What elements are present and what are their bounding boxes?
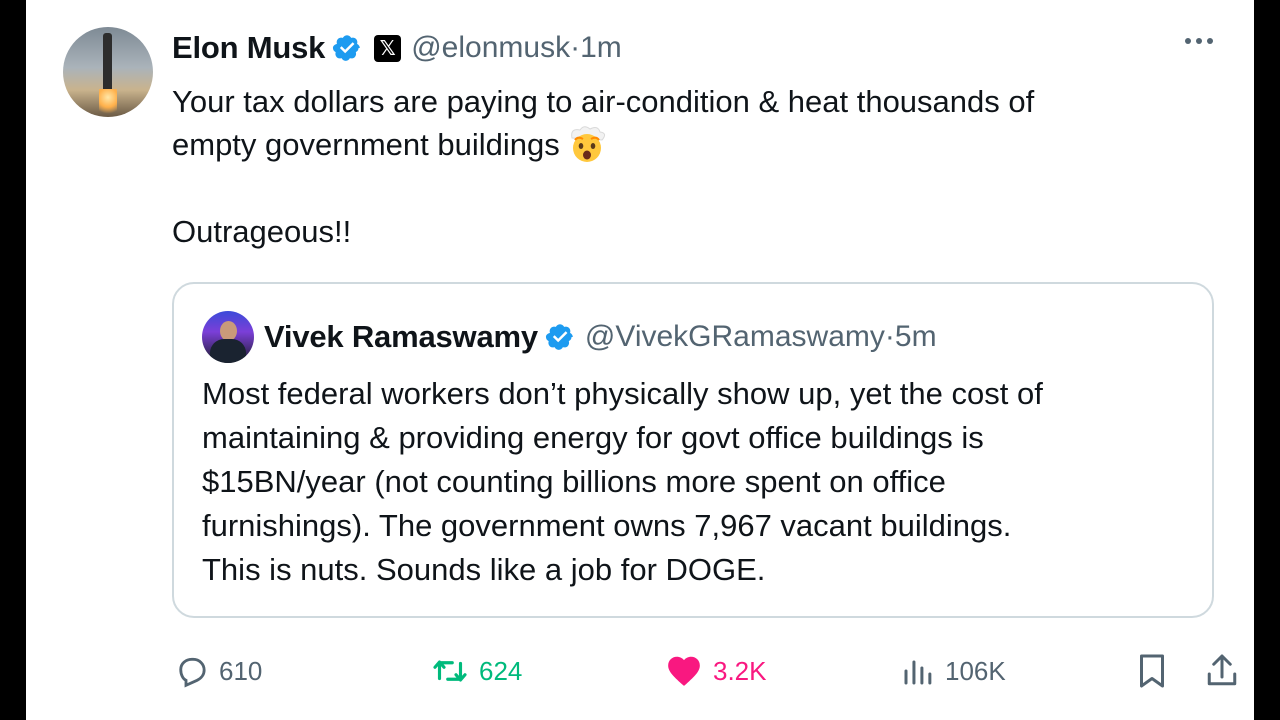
heart-icon — [668, 656, 700, 686]
share-icon — [1207, 654, 1237, 686]
bookmark-icon — [1140, 654, 1164, 688]
tweet-text-line: empty government buildings — [172, 127, 560, 162]
quoted-tweet-text: Most federal workers don’t physically sh… — [202, 372, 1202, 592]
like-button[interactable]: 3.2K — [664, 646, 767, 696]
repost-icon — [433, 660, 467, 682]
exploding-head-emoji-icon — [570, 126, 605, 162]
repost-button[interactable]: 624 — [430, 646, 522, 696]
tweet-text-line: Your tax dollars are paying to air-condi… — [172, 84, 1035, 119]
like-count: 3.2K — [713, 655, 767, 686]
quoted-tweet[interactable]: Vivek Ramaswamy @VivekGRamaswamy · 5m Mo… — [172, 282, 1214, 618]
rocket-flame-graphic — [99, 89, 117, 117]
verified-badge-icon — [545, 324, 573, 350]
share-button[interactable] — [1204, 646, 1249, 696]
reply-button[interactable]: 610 — [174, 646, 262, 696]
tweet-text: Your tax dollars are paying to air-condi… — [172, 80, 1212, 253]
quoted-text-line: $15BN/year (not counting billions more s… — [202, 464, 946, 499]
tweet-text-line: Outrageous!! — [172, 213, 352, 249]
tweet-actions-bar: 610 624 3.2K 106K — [174, 646, 1237, 696]
verified-badge-icon — [333, 35, 361, 61]
rocket-graphic — [103, 33, 112, 93]
quoted-tweet-time[interactable]: 5m — [895, 320, 937, 354]
time-separator: · — [570, 31, 581, 64]
author-handle[interactable]: @elonmusk — [411, 31, 570, 65]
views-count: 106K — [945, 655, 1006, 686]
tweet-time[interactable]: 1m — [580, 31, 622, 65]
reply-count: 610 — [219, 655, 263, 686]
quoted-text-line: Most federal workers don’t physically sh… — [202, 376, 1043, 411]
more-options-icon[interactable] — [1185, 38, 1213, 44]
quoted-text-line: This is nuts. Sounds like a job for DOGE… — [202, 552, 766, 587]
author-name[interactable]: Elon Musk — [172, 30, 325, 66]
bookmark-button[interactable] — [1134, 646, 1179, 696]
quoted-tweet-header: Vivek Ramaswamy @VivekGRamaswamy · 5m — [202, 311, 937, 363]
quoted-author-name[interactable]: Vivek Ramaswamy — [264, 319, 538, 355]
quoted-author-handle[interactable]: @VivekGRamaswamy — [585, 320, 885, 354]
quoted-text-line: furnishings). The government owns 7,967 … — [202, 508, 1012, 543]
tweet-header: Elon Musk 𝕏 @elonmusk · 1m — [172, 27, 622, 69]
x-affiliation-icon: 𝕏 — [374, 34, 402, 62]
reply-icon — [179, 657, 206, 688]
tweet-card: Elon Musk 𝕏 @elonmusk · 1m Your tax doll… — [26, 0, 1254, 720]
repost-count: 624 — [479, 655, 523, 686]
views-chart-icon — [904, 660, 932, 685]
quoted-text-line: maintaining & providing energy for govt … — [202, 420, 984, 455]
views-button[interactable]: 106K — [900, 646, 1006, 696]
author-avatar[interactable] — [63, 27, 153, 117]
quoted-author-avatar[interactable] — [202, 311, 254, 363]
time-separator: · — [884, 320, 895, 353]
